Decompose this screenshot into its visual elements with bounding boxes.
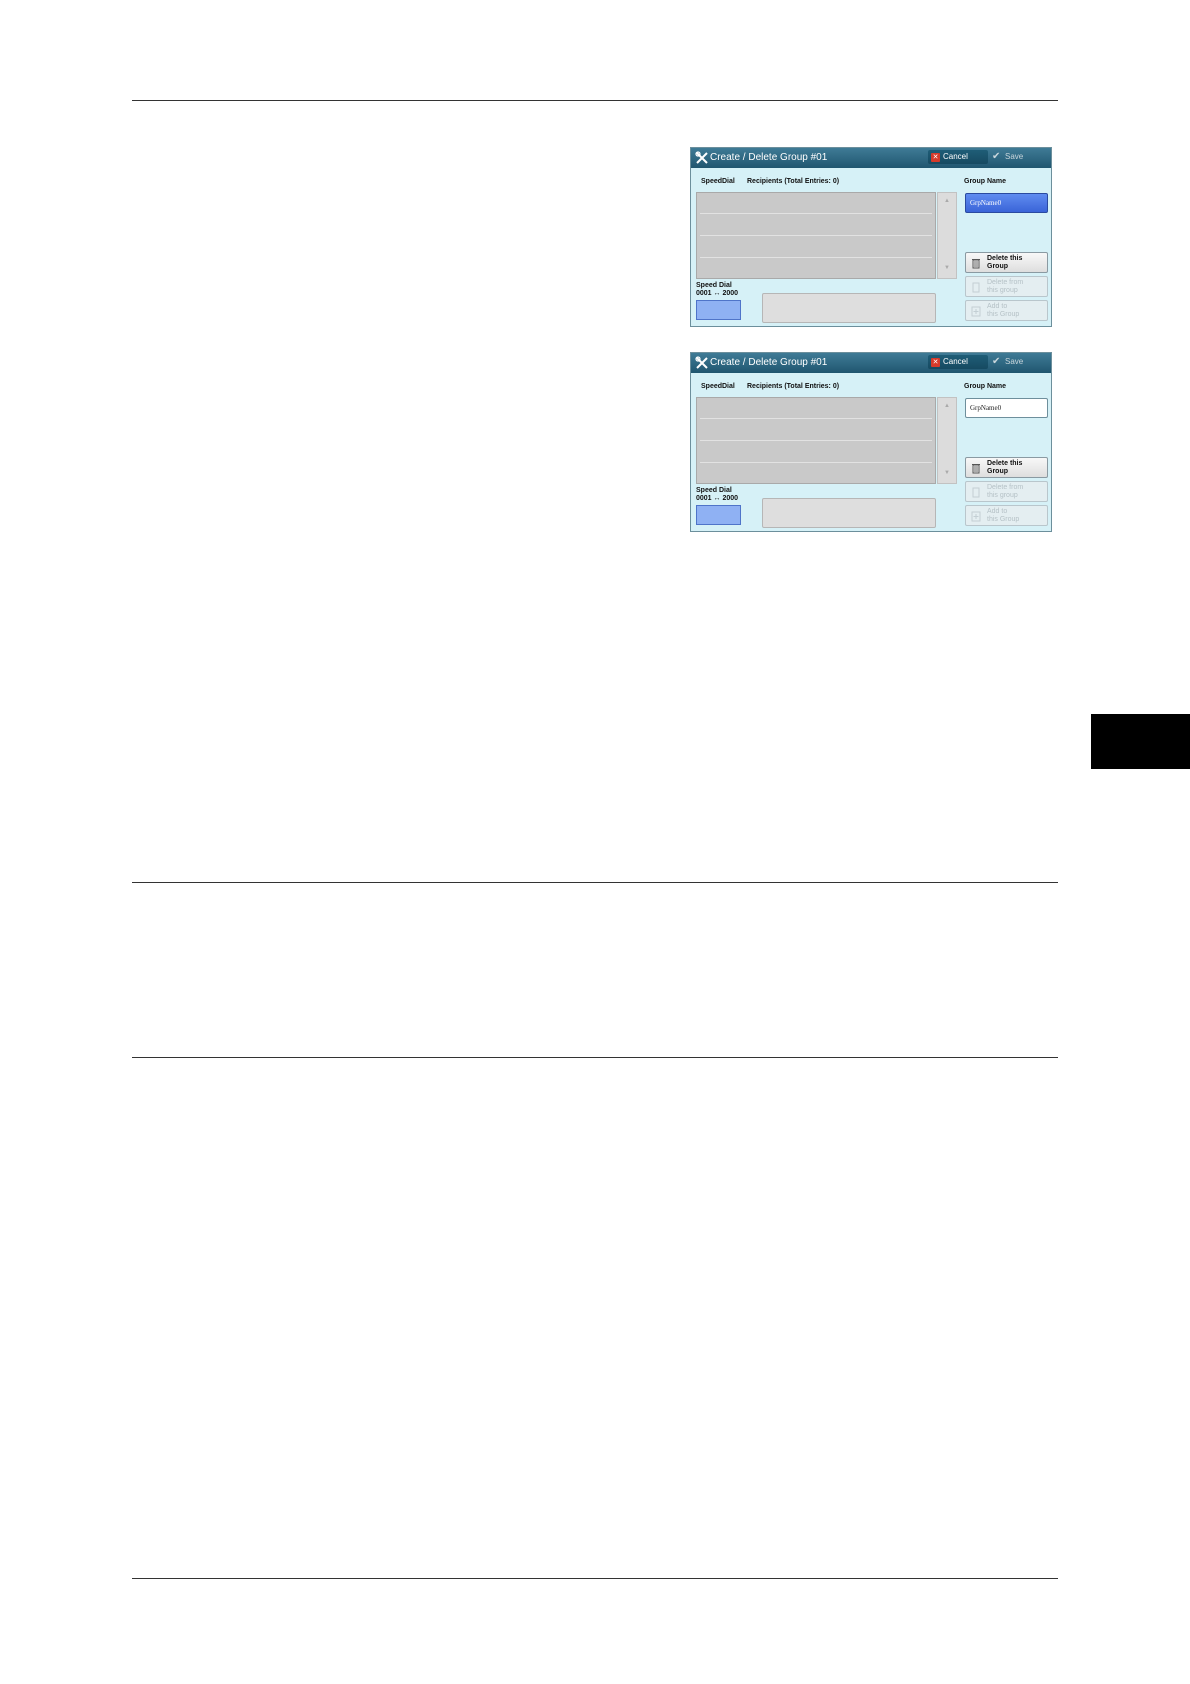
delete-from-line1: Delete from	[987, 279, 1024, 286]
scroll-down-icon[interactable]: ▼	[944, 265, 950, 271]
list-row-divider	[700, 462, 932, 463]
delete-group-line2: Group	[987, 263, 1008, 270]
trash-icon	[972, 464, 980, 474]
cancel-button[interactable]: ✕ Cancel	[928, 150, 988, 164]
delete-group-line1: Delete this	[987, 460, 1023, 467]
entry-detail-box	[762, 293, 936, 323]
speed-dial-label-line2: 0001 ↔ 2000	[696, 495, 739, 502]
group-name-field[interactable]: GrpName0	[965, 193, 1048, 213]
delete-from-line2: this group	[987, 287, 1018, 294]
delete-group-line1: Delete this	[987, 255, 1023, 262]
footer-rule	[132, 1578, 1058, 1579]
tools-icon	[695, 151, 708, 164]
add-entry-icon	[971, 306, 981, 317]
list-scrollbar[interactable]: ▲ ▼	[937, 397, 957, 484]
group-name-field[interactable]: GrpName0	[965, 398, 1048, 418]
group-name-label: Group Name	[964, 383, 1007, 390]
delete-group-line2: Group	[987, 468, 1008, 475]
create-delete-group-screen-2: Create / Delete Group #01 ✕ Cancel ✔ Sav…	[690, 352, 1052, 532]
cancel-label: Cancel	[943, 152, 968, 161]
speed-dial-input[interactable]	[696, 300, 741, 320]
section-rule-2	[132, 1057, 1058, 1058]
cancel-icon: ✕	[931, 358, 940, 367]
speed-dial-label: Speed Dial 0001 ↔ 2000	[696, 282, 738, 298]
add-to-line2: this Group	[987, 311, 1020, 318]
title-bar: Create / Delete Group #01 ✕ Cancel ✔ Sav…	[691, 353, 1051, 373]
scroll-up-icon[interactable]: ▲	[944, 403, 950, 409]
speed-dial-label-line1: Speed Dial	[696, 487, 732, 494]
add-to-line1: Add to	[987, 303, 1008, 310]
delete-from-group-button[interactable]: Delete from this group	[965, 481, 1048, 502]
speeddial-column-header: SpeedDial	[701, 178, 735, 185]
save-label: Save	[1005, 152, 1024, 161]
cancel-icon: ✕	[931, 153, 940, 162]
add-to-group-button[interactable]: Add to this Group	[965, 300, 1048, 321]
speed-dial-label: Speed Dial 0001 ↔ 2000	[696, 487, 738, 503]
screen-title: Create / Delete Group #01	[710, 152, 828, 163]
cancel-label: Cancel	[943, 357, 968, 366]
list-row-divider	[700, 213, 932, 214]
recipients-column-header: Recipients (Total Entries: 0)	[747, 383, 840, 390]
save-button[interactable]: ✔ Save	[991, 355, 1047, 369]
recipients-list[interactable]	[696, 192, 936, 279]
entry-detail-box	[762, 498, 936, 528]
add-to-line1: Add to	[987, 508, 1008, 515]
scroll-down-icon[interactable]: ▼	[944, 470, 950, 476]
recipients-column-header: Recipients (Total Entries: 0)	[747, 178, 840, 185]
speed-dial-label-line2: 0001 ↔ 2000	[696, 290, 739, 297]
list-row-divider	[700, 418, 932, 419]
trash-icon	[972, 259, 980, 269]
add-to-line2: this Group	[987, 516, 1020, 523]
list-scrollbar[interactable]: ▲ ▼	[937, 192, 957, 279]
list-row-divider	[700, 235, 932, 236]
checkmark-icon: ✔	[992, 151, 1001, 162]
checkmark-icon: ✔	[992, 356, 1001, 367]
save-label: Save	[1005, 357, 1024, 366]
delete-this-group-button[interactable]: Delete this Group	[965, 457, 1048, 478]
save-button[interactable]: ✔ Save	[991, 150, 1047, 164]
speed-dial-input[interactable]	[696, 505, 741, 525]
delete-entry-icon	[972, 282, 980, 293]
header-rule	[132, 100, 1058, 101]
add-to-group-button[interactable]: Add to this Group	[965, 505, 1048, 526]
cancel-button[interactable]: ✕ Cancel	[928, 355, 988, 369]
title-bar: Create / Delete Group #01 ✕ Cancel ✔ Sav…	[691, 148, 1051, 168]
screen-title: Create / Delete Group #01	[710, 357, 828, 368]
chapter-thumb-tab	[1091, 714, 1190, 769]
create-delete-group-screen-1: Create / Delete Group #01 ✕ Cancel ✔ Sav…	[690, 147, 1052, 327]
group-name-label: Group Name	[964, 178, 1007, 185]
delete-from-line1: Delete from	[987, 484, 1024, 491]
recipients-list[interactable]	[696, 397, 936, 484]
delete-from-group-button[interactable]: Delete from this group	[965, 276, 1048, 297]
list-row-divider	[700, 440, 932, 441]
add-entry-icon	[971, 511, 981, 522]
delete-entry-icon	[972, 487, 980, 498]
delete-this-group-button[interactable]: Delete this Group	[965, 252, 1048, 273]
speed-dial-label-line1: Speed Dial	[696, 282, 732, 289]
tools-icon	[695, 356, 708, 369]
list-row-divider	[700, 257, 932, 258]
delete-from-line2: this group	[987, 492, 1018, 499]
scroll-up-icon[interactable]: ▲	[944, 198, 950, 204]
speeddial-column-header: SpeedDial	[701, 383, 735, 390]
section-rule-1	[132, 882, 1058, 883]
